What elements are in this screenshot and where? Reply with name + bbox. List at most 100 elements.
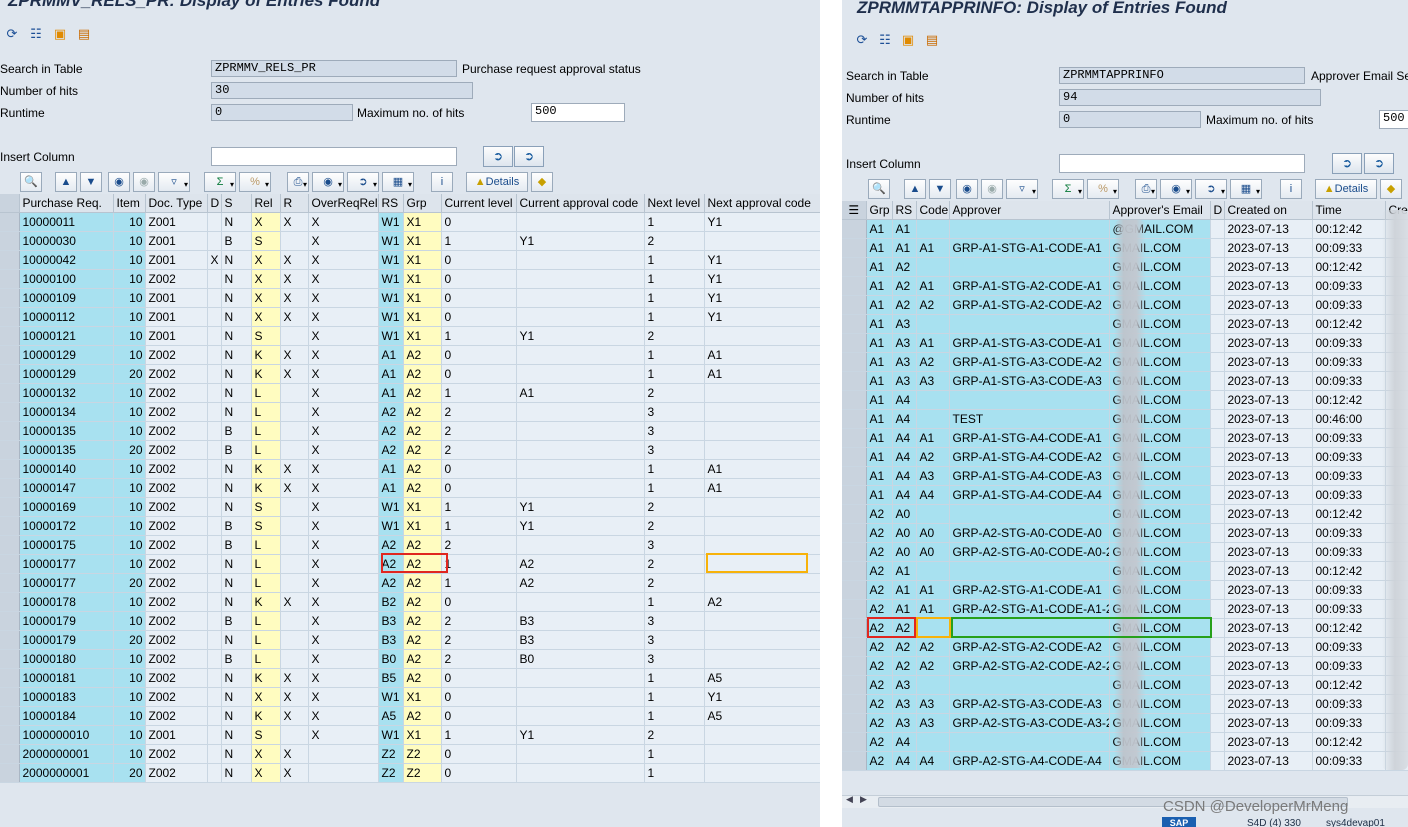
column-header-time[interactable]: Time	[1312, 201, 1386, 220]
alv-sort-asc-icon[interactable]: ▲	[55, 172, 77, 192]
row-selector[interactable]	[0, 440, 20, 460]
refresh-icon[interactable]: ⟳	[4, 26, 20, 42]
table-row[interactable]: 10000175 10 Z002 B L X A2 A2 2 3	[0, 535, 820, 555]
settings-icon[interactable]: ☷	[877, 32, 893, 48]
row-selector[interactable]	[0, 535, 20, 555]
column-header-approver-email[interactable]: Approver's Email	[1109, 201, 1211, 220]
insert-column-input[interactable]	[211, 147, 457, 166]
row-selector[interactable]	[842, 523, 867, 543]
row-selector[interactable]	[0, 364, 20, 384]
table-row[interactable]: A2 A3 A3 GRP-A2-STG-A3-CODE-A3 GMAIL.COM 2023…	[842, 694, 1408, 714]
table-row[interactable]: A2 A3 GMAIL.COM 2023-07-13 00:12:42	[842, 675, 1408, 695]
max-hits-input[interactable]: 500	[531, 103, 625, 122]
row-selector[interactable]	[0, 516, 20, 536]
row-selector[interactable]	[0, 497, 20, 517]
table-row[interactable]: A2 A1 GMAIL.COM 2023-07-13 00:12:42	[842, 561, 1408, 581]
alv-total-icon[interactable]: Σ	[1052, 179, 1084, 199]
column-header-current-approval-code[interactable]: Current approval code	[516, 194, 645, 213]
table-row[interactable]: 10000011 10 Z001 N X X X W1 X1 0 1 Y1	[0, 212, 820, 232]
row-selector[interactable]	[842, 675, 867, 695]
table-row[interactable]: A1 A4 A3 GRP-A1-STG-A4-CODE-A3 GMAIL.COM 2023…	[842, 466, 1408, 486]
table-row[interactable]: A2 A0 A0 GRP-A2-STG-A0-CODE-A0 GMAIL.COM 2023…	[842, 523, 1408, 543]
row-selector[interactable]	[842, 409, 867, 429]
table-row[interactable]: A2 A1 A1 GRP-A2-STG-A1-CODE-A1-2 GMAIL.COM 20…	[842, 599, 1408, 619]
row-selector[interactable]	[842, 447, 867, 467]
column-header-grp[interactable]: Grp	[866, 201, 893, 220]
scroll-left-icon[interactable]: ◀	[846, 794, 853, 805]
table-row[interactable]: 10000129 20 Z002 N K X X A1 A2 0 1 A1	[0, 364, 820, 384]
alv-print-icon[interactable]: ⎙	[287, 172, 309, 192]
table-row[interactable]: 10000179 20 Z002 N L X B3 A2 2 B3 3	[0, 630, 820, 650]
column-header-code[interactable]: Code	[916, 201, 950, 220]
alv-view-icon[interactable]: ◉	[1160, 179, 1192, 199]
table-row[interactable]: A1 A3 GMAIL.COM 2023-07-13 00:12:42	[842, 314, 1408, 334]
table-row[interactable]: 10000121 10 Z001 N S X W1 X1 1 Y1 2	[0, 326, 820, 346]
alv-sort-asc-icon[interactable]: ▲	[904, 179, 926, 199]
alv-subtotal-icon[interactable]: %	[1087, 179, 1119, 199]
row-selector[interactable]	[0, 630, 20, 650]
row-selector[interactable]	[0, 231, 20, 251]
table-row[interactable]: 1000000010 10 Z001 N S X W1 X1 1 Y1 2	[0, 725, 820, 745]
row-selector[interactable]	[0, 554, 20, 574]
scroll-right-icon[interactable]: ▶	[860, 794, 867, 805]
row-selector[interactable]	[0, 402, 20, 422]
table-row[interactable]: A1 A4 A2 GRP-A1-STG-A4-CODE-A2 GMAIL.COM 2023…	[842, 447, 1408, 467]
table-row[interactable]: 10000135 10 Z002 B L X A2 A2 2 3	[0, 421, 820, 441]
row-selector[interactable]	[842, 504, 867, 524]
row-selector[interactable]	[0, 573, 20, 593]
table-row[interactable]: 10000169 10 Z002 N S X W1 X1 1 Y1 2	[0, 497, 820, 517]
table-row[interactable]: A2 A2 A2 GRP-A2-STG-A2-CODE-A2 GMAIL.COM 2023…	[842, 637, 1408, 657]
alv-sort-desc-icon[interactable]: ▼	[80, 172, 102, 192]
table-row[interactable]: A2 A2 GMAIL.COM 2023-07-13 00:12:42	[842, 618, 1408, 638]
table-row[interactable]: 10000030 10 Z001 B S X W1 X1 1 Y1 2	[0, 231, 820, 251]
row-selector[interactable]	[842, 333, 867, 353]
column-header-rel[interactable]: Rel	[251, 194, 281, 213]
table-row[interactable]: 10000172 10 Z002 B S X W1 X1 1 Y1 2	[0, 516, 820, 536]
table-row[interactable]: A2 A0 A0 GRP-A2-STG-A0-CODE-A0-2 GMAIL.COM 20…	[842, 542, 1408, 562]
insert-column-input[interactable]	[1059, 154, 1305, 173]
column-header-doc-type[interactable]: Doc. Type	[145, 194, 208, 213]
table-row[interactable]: A1 A4 GMAIL.COM 2023-07-13 00:12:42	[842, 390, 1408, 410]
row-selector[interactable]	[0, 307, 20, 327]
alv-sort-desc-icon[interactable]: ▼	[929, 179, 951, 199]
row-selector[interactable]	[842, 542, 867, 562]
table-row[interactable]: A1 A1 A1 GRP-A1-STG-A1-CODE-A1 GMAIL.COM 2023…	[842, 238, 1408, 258]
insert-all-button[interactable]: ➲	[1364, 153, 1394, 174]
table-row[interactable]: A1 A1 @GMAIL.COM 2023-07-13 00:12:42	[842, 219, 1408, 239]
column-header-r[interactable]: R	[280, 194, 309, 213]
insert-all-button[interactable]: ➲	[514, 146, 544, 167]
column-header-created-by[interactable]: Cre	[1385, 201, 1408, 220]
list-icon[interactable]: ▤	[76, 26, 92, 42]
table-row[interactable]: 10000109 10 Z001 N X X X W1 X1 0 1 Y1	[0, 288, 820, 308]
insert-column-button[interactable]: ➲	[483, 146, 513, 167]
column-header-approver[interactable]: Approver	[949, 201, 1110, 220]
table-row[interactable]: 2000000001 10 Z002 N X X Z2 Z2 0 1	[0, 744, 820, 764]
alv-subtotal-icon[interactable]: %	[239, 172, 271, 192]
table-row[interactable]: 10000135 20 Z002 B L X A2 A2 2 3	[0, 440, 820, 460]
column-header-next-level[interactable]: Next level	[644, 194, 705, 213]
row-selector[interactable]	[842, 295, 867, 315]
select-all-cell[interactable]: ☰	[842, 201, 867, 220]
alv-layout-icon[interactable]: ▦	[382, 172, 414, 192]
settings-icon[interactable]: ☷	[28, 26, 44, 42]
row-selector[interactable]	[842, 732, 867, 752]
table-row[interactable]: 10000184 10 Z002 N K X X A5 A2 0 1 A5	[0, 706, 820, 726]
table-row[interactable]: 10000178 10 Z002 N K X X B2 A2 0 1 A2	[0, 592, 820, 612]
table-row[interactable]: 10000042 10 Z001 X N X X X W1 X1 0 1 Y1	[0, 250, 820, 270]
table-row[interactable]: A1 A4 A1 GRP-A1-STG-A4-CODE-A1 GMAIL.COM 2023…	[842, 428, 1408, 448]
column-header-purchase-req[interactable]: Purchase Req.	[19, 194, 114, 213]
alv-filter-icon[interactable]: ▿	[1006, 179, 1038, 199]
row-selector[interactable]	[0, 383, 20, 403]
column-header-d[interactable]: D	[207, 194, 222, 213]
alv-details-button[interactable]: ▲Details	[466, 172, 528, 192]
column-header-s[interactable]: S	[221, 194, 252, 213]
table-row[interactable]: 10000183 10 Z002 N X X X W1 X1 0 1 Y1	[0, 687, 820, 707]
row-selector[interactable]	[0, 250, 20, 270]
column-header-rs[interactable]: RS	[892, 201, 917, 220]
check-table-icon[interactable]: ▣	[52, 26, 68, 42]
table-row[interactable]: A1 A2 GMAIL.COM 2023-07-13 00:12:42	[842, 257, 1408, 277]
alv-find-icon[interactable]: ◉	[108, 172, 130, 192]
row-selector[interactable]	[842, 466, 867, 486]
alv-graphic-icon[interactable]: ◆	[1380, 179, 1402, 199]
row-selector[interactable]	[0, 459, 20, 479]
